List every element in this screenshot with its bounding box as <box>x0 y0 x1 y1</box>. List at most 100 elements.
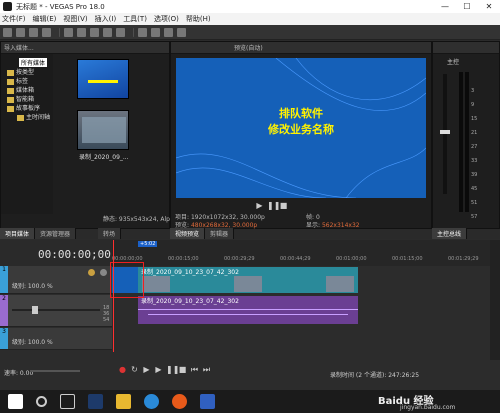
meter-tick: 39 <box>471 172 478 178</box>
menu-options[interactable]: 选项(O) <box>154 14 179 24</box>
record-icon[interactable]: ● <box>118 365 127 374</box>
tree-item-storyboard[interactable]: 故事板序 <box>7 103 40 112</box>
menu-insert[interactable]: 插入(I) <box>95 14 117 24</box>
title-bar: 无标题 * - VEGAS Pro 18.0 — ☐ ✕ <box>0 0 500 13</box>
help-icon[interactable] <box>177 27 186 37</box>
thumb-image <box>82 117 126 143</box>
next-frame-icon[interactable]: ⏭ <box>202 365 211 374</box>
master-tabs: 主控总线 <box>432 228 500 239</box>
meter-tick: 33 <box>471 158 478 164</box>
playhead[interactable] <box>113 240 114 352</box>
file-explorer-icon[interactable] <box>116 394 131 409</box>
mute-icon[interactable] <box>88 269 95 276</box>
pause-icon[interactable]: ❚❚ <box>166 365 179 374</box>
clip-thumbnail <box>326 276 354 292</box>
volume-handle[interactable] <box>32 306 38 314</box>
track-header-audio-2[interactable]: 2 18 36 54 <box>0 295 112 327</box>
preview-title-line2: 修改业务名称 <box>268 123 334 136</box>
ruler-label: 00:01:29;29 <box>448 256 479 262</box>
waveform <box>138 309 358 310</box>
edit-tool-icon[interactable] <box>138 27 147 37</box>
menu-help[interactable]: 帮助(H) <box>186 14 211 24</box>
tree-item-smart-bins[interactable]: 智能箱 <box>7 94 34 103</box>
redo-icon[interactable] <box>116 27 125 37</box>
display-info: 显示: 562x314x32 <box>306 222 360 229</box>
edge-icon[interactable] <box>144 394 159 409</box>
menu-tools[interactable]: 工具(T) <box>123 14 147 24</box>
master-bus-pane: 主控 3 9 15 21 27 33 39 45 51 57 <box>432 41 500 229</box>
menu-view[interactable]: 视图(V) <box>63 14 87 24</box>
tree-item-by-type[interactable]: 按类型 <box>7 67 34 76</box>
task-view-icon[interactable] <box>60 394 75 409</box>
thumb-text-bar <box>88 80 118 83</box>
play-from-start-icon[interactable]: ▶ <box>142 365 151 374</box>
undo-icon[interactable] <box>103 27 112 37</box>
master-fader-track <box>443 74 447 194</box>
master-fader-handle[interactable] <box>440 130 450 134</box>
rate-slider[interactable] <box>30 370 80 372</box>
search-icon[interactable] <box>36 396 47 407</box>
timecode-panel: 00:00:00;00 <box>0 240 112 266</box>
track-header-video-1[interactable]: 1 级别: 100.0 % <box>0 266 112 294</box>
windows-start-icon[interactable] <box>8 394 23 409</box>
new-icon[interactable] <box>3 27 12 37</box>
volume-slider[interactable] <box>12 309 100 311</box>
menu-bar: 文件(F) 编辑(E) 视图(V) 插入(I) 工具(T) 选项(O) 帮助(H… <box>0 13 500 25</box>
tab-master-bus[interactable]: 主控总线 <box>432 228 468 239</box>
tree-item-tags[interactable]: 标签 <box>7 76 28 85</box>
tree-item-main-timeline[interactable]: 主时间轴 <box>17 112 50 121</box>
preview-play-icon[interactable]: ▶ <box>255 201 264 210</box>
baidu-app-icon[interactable] <box>200 394 215 409</box>
open-icon[interactable] <box>16 27 25 37</box>
cut-icon[interactable] <box>64 27 73 37</box>
track-header-video-3[interactable]: 3 级别: 100.0 % <box>0 328 112 350</box>
meter-tick: 45 <box>471 186 478 192</box>
db-tick: 54 <box>103 317 110 323</box>
play-icon[interactable]: ▶ <box>154 365 163 374</box>
minimize-button[interactable]: — <box>434 0 456 13</box>
firefox-icon[interactable] <box>172 394 187 409</box>
selection-tool-icon[interactable] <box>164 27 173 37</box>
timeline-area: 00:00:00;00 +5:02 00:00:00;00 00:00:15;0… <box>0 240 500 390</box>
audio-clip[interactable]: 录制_2020_09_10_23_07_42_302 <box>138 296 358 324</box>
properties-icon[interactable] <box>42 27 51 37</box>
prev-frame-icon[interactable]: ⏮ <box>190 365 199 374</box>
maximize-button[interactable]: ☐ <box>456 0 478 13</box>
close-button[interactable]: ✕ <box>478 0 500 13</box>
tree-item-media-bins[interactable]: 媒体箱 <box>7 85 34 94</box>
loop-icon[interactable]: ↻ <box>130 365 139 374</box>
timeline-ruler[interactable]: +5:02 00:00:00;00 00:00:15;00 00:00:29;2… <box>112 240 490 266</box>
master-meter-right <box>465 72 469 212</box>
vegas-taskbar-icon[interactable] <box>88 394 103 409</box>
tab-explorer[interactable]: 资源管理器 <box>35 228 77 239</box>
save-icon[interactable] <box>29 27 38 37</box>
master-meter-left <box>459 72 463 212</box>
tab-trimmer[interactable]: 剪辑器 <box>205 228 235 239</box>
preview-quality-dropdown[interactable]: 预览(自动) <box>234 43 263 52</box>
stop-icon[interactable]: ■ <box>178 365 187 374</box>
tree-item-all-media[interactable]: 所有媒体 <box>19 58 48 67</box>
ruler-label: 00:00:15;00 <box>168 256 199 262</box>
meter-tick: 57 <box>471 214 478 220</box>
preview-pause-icon[interactable]: ❚❚ <box>267 201 280 210</box>
menu-edit[interactable]: 编辑(E) <box>33 14 57 24</box>
preview-stop-icon[interactable]: ■ <box>279 201 288 210</box>
folder-icon <box>7 87 14 94</box>
preview-title-line1: 排队软件 <box>279 107 323 120</box>
track-number: 3 <box>0 328 8 349</box>
copy-icon[interactable] <box>77 27 86 37</box>
solo-icon[interactable] <box>100 269 107 276</box>
tab-project-media[interactable]: 项目媒体 <box>0 228 36 239</box>
timeline-scrollbar[interactable] <box>490 240 500 360</box>
media-thumb-title[interactable] <box>77 59 129 99</box>
import-media-button[interactable]: 导入媒体... <box>4 43 34 52</box>
paste-icon[interactable] <box>90 27 99 37</box>
tab-video-preview[interactable]: 视频预览 <box>170 228 206 239</box>
tab-transitions[interactable]: 转场 <box>98 228 122 239</box>
envelope-tool-icon[interactable] <box>151 27 160 37</box>
video-clip[interactable]: 录制_2020_09_10_23_07_42_302 <box>138 267 358 293</box>
rate-label: 速率: 0.00 <box>4 370 34 377</box>
media-thumb-recording[interactable] <box>77 110 129 150</box>
meter-tick: 27 <box>471 144 478 150</box>
menu-file[interactable]: 文件(F) <box>2 14 26 24</box>
